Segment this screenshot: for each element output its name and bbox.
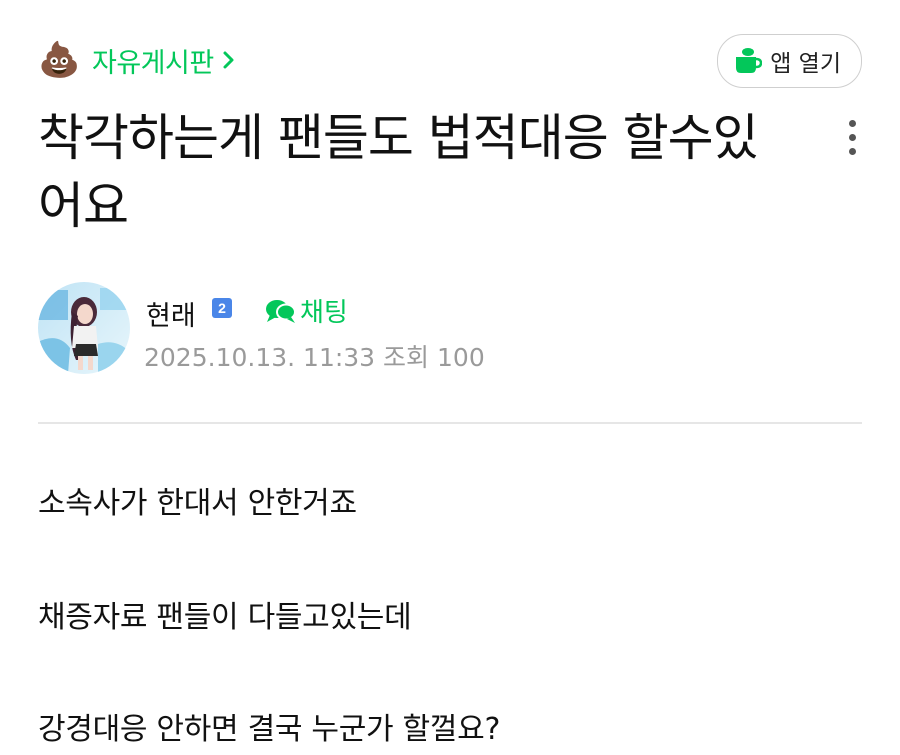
level-badge-number: 2 (218, 300, 226, 316)
board-name[interactable]: 자유게시판 (92, 41, 214, 80)
more-vertical-icon[interactable] (840, 120, 864, 160)
divider (38, 422, 862, 424)
avatar-image (38, 282, 130, 374)
top-bar: 💩 자유게시판 앱 열기 (38, 34, 862, 90)
chat-bubble-icon (266, 299, 296, 323)
post-title: 착각하는게 팬들도 법적대응 할수있어요 (38, 109, 759, 235)
author-row: 현래 2 채팅 2025.10.13. 11:33 조회 100 (38, 282, 862, 378)
author-name[interactable]: 현래 (146, 294, 196, 333)
views-label: 조회 (383, 343, 430, 372)
chat-label: 채팅 (300, 298, 348, 328)
body-paragraph-2: 채증자료 팬들이 다들고있는데 (38, 600, 412, 635)
body-paragraph-3: 강경대응 안하면 결국 누군가 할껄요? (38, 712, 501, 747)
open-app-button[interactable]: 앱 열기 (717, 34, 862, 88)
post-date: 2025.10.13. 11:33 (144, 343, 376, 372)
board-link[interactable]: 💩 자유게시판 (38, 40, 236, 80)
poop-icon: 💩 (38, 40, 81, 80)
chevron-right-icon (223, 51, 234, 69)
views-count: 100 (437, 343, 485, 372)
open-app-label: 앱 열기 (770, 51, 841, 77)
chat-button[interactable]: 채팅 (264, 292, 348, 329)
level-badge: 2 (212, 298, 232, 318)
avatar[interactable] (38, 282, 130, 374)
cup-icon (736, 48, 763, 73)
post-meta: 2025.10.13. 11:33 조회 100 (144, 338, 485, 374)
body-paragraph-1: 소속사가 한대서 안한거죠 (38, 486, 357, 521)
